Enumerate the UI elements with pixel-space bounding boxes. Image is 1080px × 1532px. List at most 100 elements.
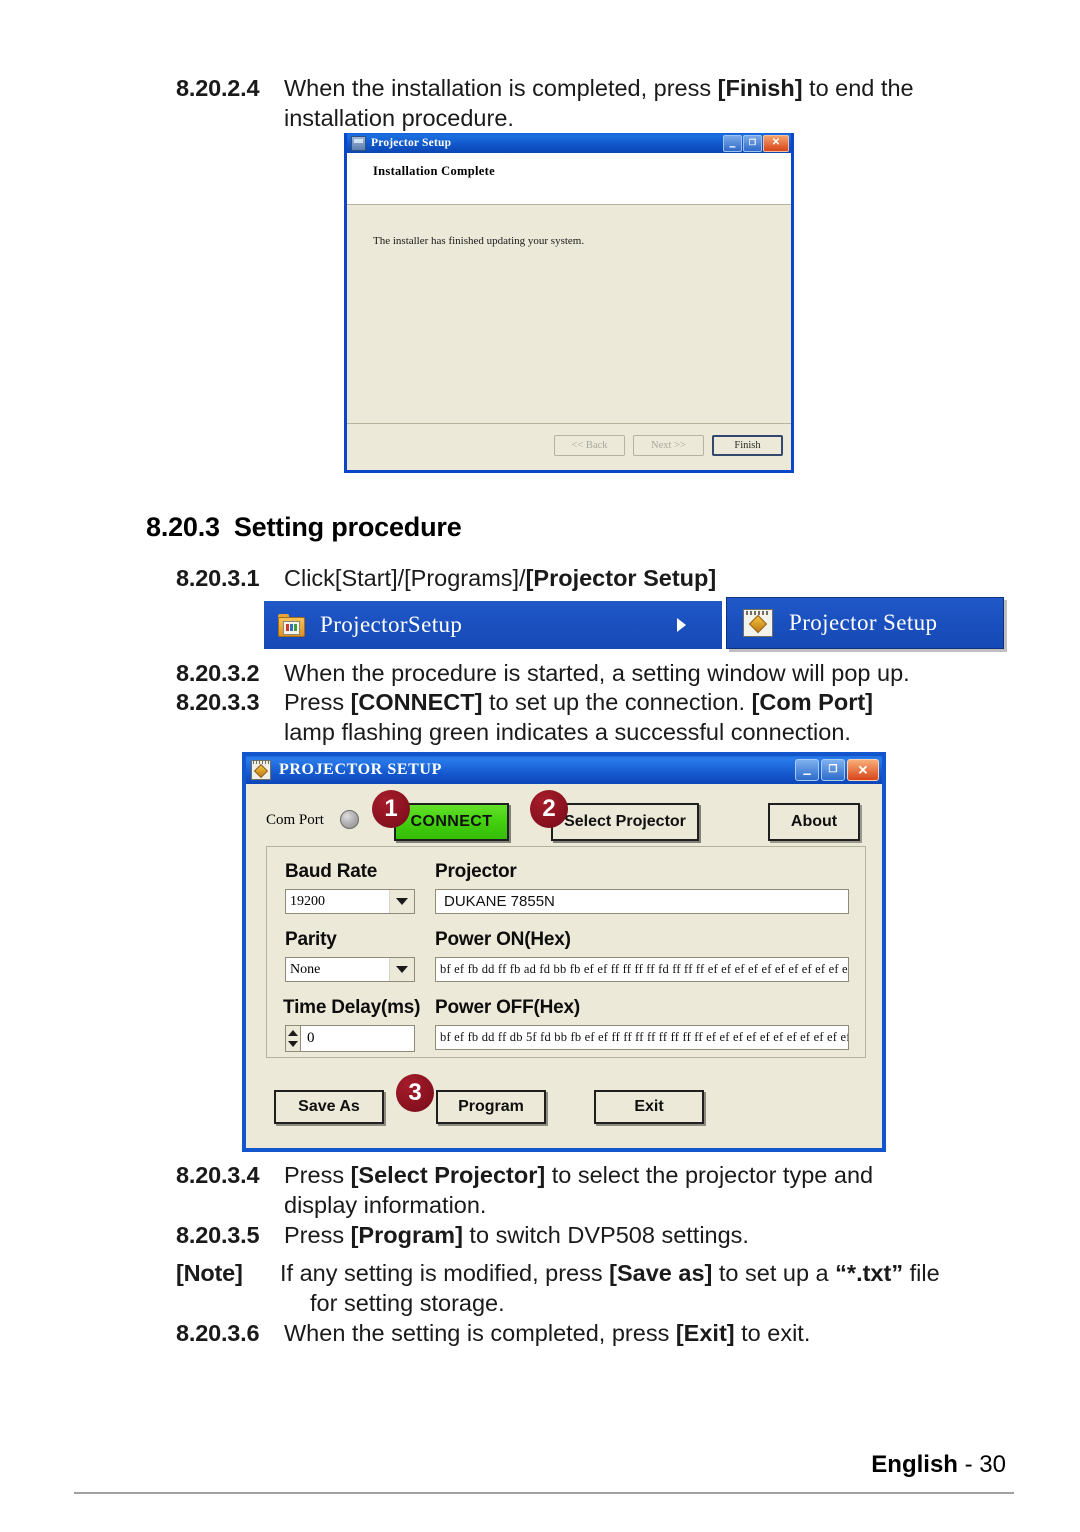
select-projector-button[interactable]: Select Projector: [551, 803, 699, 841]
baud-rate-value: 19200: [290, 893, 325, 909]
start-menu-item-projectorsetup-folder[interactable]: ProjectorSetup: [264, 601, 722, 649]
step-text: Click[Start]/[Programs]/[Projector Setup…: [284, 563, 1006, 593]
step-text-part: Press: [284, 1162, 351, 1188]
close-icon[interactable]: ✕: [763, 134, 789, 152]
power-on-hex-input[interactable]: bf ef fb dd ff fb ad fd bb fb ef ef ff f…: [435, 957, 849, 982]
step-text: Press [CONNECT] to set up the connection…: [284, 687, 1006, 747]
step-number: 8.20.3.6: [176, 1320, 260, 1346]
page-title: 8.20.3 Setting procedure: [146, 512, 462, 543]
step-number: 8.20.3.2: [176, 660, 260, 686]
stepper-arrows-icon[interactable]: [285, 1025, 300, 1052]
step-text-bold: [Projector Setup]: [525, 565, 717, 591]
com-port-lamp-indicator: [340, 810, 359, 829]
projector-setup-app-icon: [743, 609, 773, 637]
note-text-bold: [Save as]: [609, 1260, 713, 1286]
baud-rate-select[interactable]: 19200: [285, 889, 415, 914]
close-glyph: ✕: [771, 137, 781, 148]
footer-divider: [74, 1492, 1014, 1494]
close-icon[interactable]: ✕: [847, 759, 879, 781]
step-text-part: Press: [284, 689, 351, 715]
installer-titlebar: Projector Setup – ❐ ✕: [347, 133, 791, 153]
step-text-bold: [Program]: [350, 1222, 463, 1248]
footer-separator: -: [964, 1451, 973, 1478]
note-text-part: file: [903, 1260, 940, 1286]
parity-label: Parity: [285, 929, 337, 950]
submenu-arrow-icon: [677, 618, 686, 632]
step-text-part: to switch DVP508 settings.: [462, 1222, 749, 1248]
projector-setup-icon: [251, 760, 271, 780]
step-number: 8.20.3.3: [176, 689, 260, 715]
chevron-down-icon[interactable]: [389, 890, 414, 913]
page-footer: English - 30: [871, 1451, 1006, 1479]
start-menu-screenshot: ProjectorSetup Projector Setup: [264, 597, 1004, 649]
note-block: [Note] If any setting is modified, press…: [176, 1258, 1016, 1318]
parity-select[interactable]: None: [285, 957, 415, 982]
maximize-icon[interactable]: ❐: [821, 759, 845, 781]
maximize-icon[interactable]: ❐: [743, 134, 762, 152]
step-text-part: Press: [284, 1222, 351, 1248]
minimize-icon[interactable]: –: [795, 759, 819, 783]
maximize-glyph: ❐: [828, 764, 838, 775]
step-text-part: Click[Start]/[Programs]/: [284, 565, 526, 591]
step-8-20-3-3: 8.20.3.3 Press [CONNECT] to set up the c…: [176, 687, 1006, 747]
document-page: 8.20.2.4 When the installation is comple…: [0, 0, 1080, 1532]
step-text-part: to select the projector type and: [545, 1162, 874, 1188]
step-text-part: to end the: [802, 75, 914, 101]
step-text: When the installation is completed, pres…: [284, 73, 1006, 133]
chevron-down-icon[interactable]: [389, 958, 414, 981]
next-button[interactable]: Next >>: [633, 434, 704, 456]
step-text-part: to exit.: [734, 1320, 811, 1346]
exit-button[interactable]: Exit: [594, 1090, 704, 1124]
back-button[interactable]: << Back: [554, 434, 625, 456]
close-glyph: ✕: [857, 762, 869, 778]
callout-badge-1: 1: [372, 790, 410, 828]
step-number: 8.20.3.4: [176, 1162, 260, 1188]
maximize-glyph: ❐: [748, 138, 757, 147]
projector-input[interactable]: DUKANE 7855N: [435, 889, 849, 914]
step-text-bold: [Com Port]: [751, 689, 873, 715]
step-number: 8.20.3.5: [176, 1222, 260, 1248]
folder-icon: [278, 614, 305, 637]
minimize-icon[interactable]: –: [723, 134, 742, 153]
step-text: When the procedure is started, a setting…: [284, 660, 910, 686]
step-text: Press [Select Projector] to select the p…: [284, 1160, 1006, 1220]
footer-language: English: [871, 1451, 958, 1478]
about-button[interactable]: About: [768, 803, 860, 841]
minimize-glyph: –: [729, 139, 736, 153]
installer-body: The installer has finished updating your…: [347, 205, 791, 423]
step-text: Press [Program] to switch DVP508 setting…: [284, 1220, 1006, 1250]
com-port-label: Com Port: [266, 812, 324, 828]
footer-page-number: 30: [979, 1451, 1006, 1478]
step-8-20-3-4: 8.20.3.4 Press [Select Projector] to sel…: [176, 1160, 1006, 1220]
program-button[interactable]: Program: [436, 1090, 546, 1124]
note-text: If any setting is modified, press [Save …: [280, 1258, 1016, 1318]
note-text-part: If any setting is modified, press: [280, 1260, 610, 1286]
step-8-20-3-5: 8.20.3.5 Press [Program] to switch DVP50…: [176, 1220, 1006, 1250]
step-text-line2: display information.: [284, 1192, 487, 1218]
note-text-bold: “*.txt”: [835, 1260, 904, 1286]
time-delay-label: Time Delay(ms): [283, 997, 421, 1018]
setup-footer: Save As 3 Program Exit: [246, 1068, 882, 1128]
projector-label: Projector: [435, 861, 517, 882]
installer-header: Installation Complete: [347, 153, 791, 205]
save-as-button[interactable]: Save As: [274, 1090, 384, 1124]
setup-window-title: PROJECTOR SETUP: [279, 761, 442, 778]
note-label: [Note]: [176, 1260, 243, 1286]
step-text-bold: [Exit]: [675, 1320, 735, 1346]
time-delay-value[interactable]: 0: [300, 1025, 415, 1052]
time-delay-stepper[interactable]: 0: [285, 1025, 415, 1052]
installer-message: The installer has finished updating your…: [373, 235, 585, 247]
step-text: When the setting is completed, press [Ex…: [284, 1318, 1006, 1348]
finish-button[interactable]: Finish: [712, 434, 783, 456]
step-text-part: When the installation is completed, pres…: [284, 75, 718, 101]
setup-titlebar: PROJECTOR SETUP – ❐ ✕: [246, 756, 882, 784]
power-off-hex-input[interactable]: bf ef fb dd ff db 5f fd bb fb ef ef ff f…: [435, 1025, 849, 1050]
connect-button[interactable]: CONNECT: [394, 803, 509, 841]
note-text-line2: for setting storage.: [310, 1290, 505, 1316]
step-8-20-3-2: 8.20.3.2 When the procedure is started, …: [176, 658, 1006, 688]
start-menu-item-projector-setup-app[interactable]: Projector Setup: [726, 597, 1004, 649]
step-text-bold: [Finish]: [717, 75, 803, 101]
parity-value: None: [290, 961, 321, 977]
step-8-20-2-4: 8.20.2.4 When the installation is comple…: [176, 73, 1006, 133]
minimize-glyph: –: [802, 765, 812, 783]
